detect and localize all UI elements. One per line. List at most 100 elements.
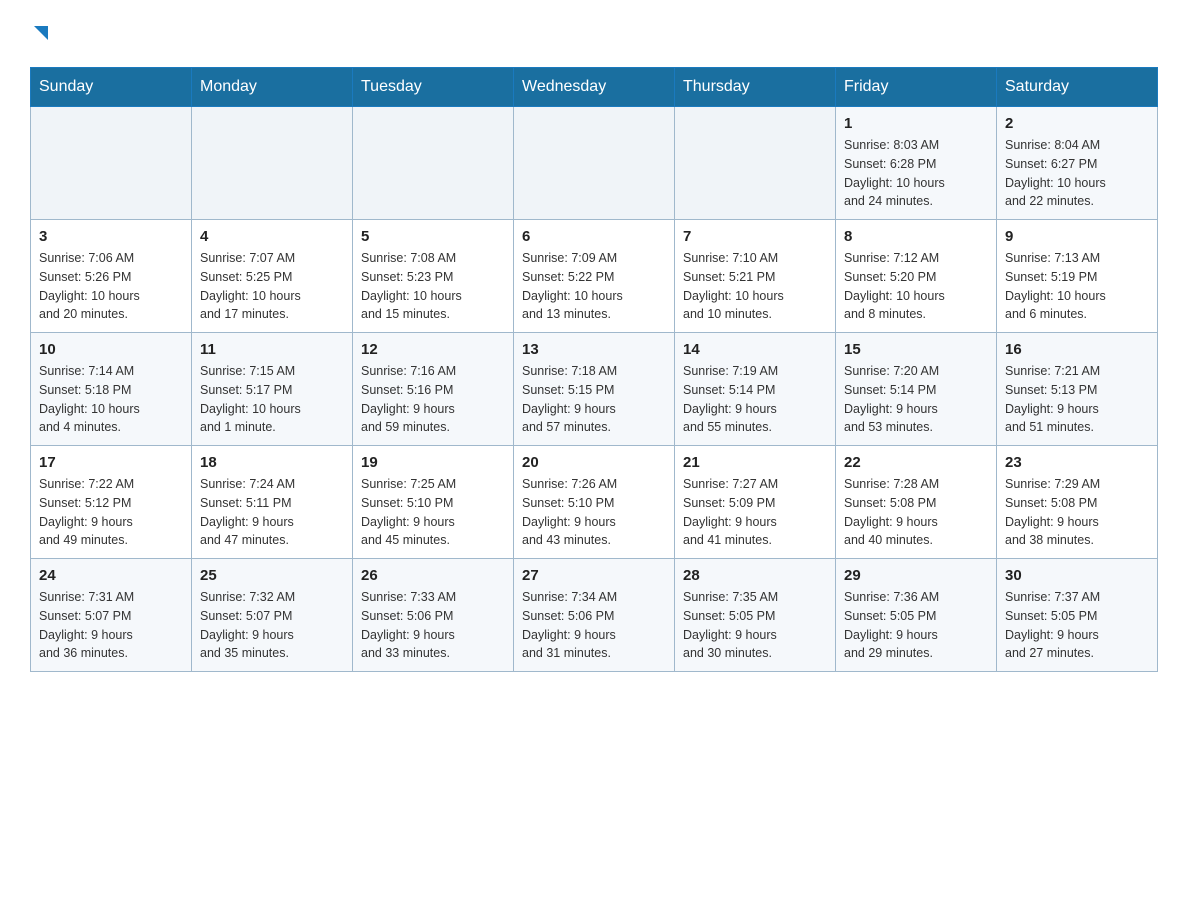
day-number: 17 (39, 454, 183, 471)
calendar-day-cell: 14Sunrise: 7:19 AMSunset: 5:14 PMDayligh… (675, 333, 836, 446)
calendar-day-cell: 13 Sunrise: 7:18 AMSunset: 5:15 PMDayligh… (514, 333, 675, 446)
calendar-table: SundayMondayTuesdayWednesdayThursdayFrid… (30, 67, 1158, 672)
day-number: 5 (361, 228, 505, 245)
day-of-week-header: Monday (192, 68, 353, 107)
day-number: 9 (1005, 228, 1149, 245)
calendar-day-cell: 3 Sunrise: 7:06 AMSunset: 5:26 PMDaylight… (31, 220, 192, 333)
day-of-week-header: Tuesday (353, 68, 514, 107)
day-info: Sunrise: 7:32 AMSunset: 5:07 PMDaylight:… (200, 588, 344, 663)
day-of-week-header: Sunday (31, 68, 192, 107)
calendar-week-row: 10 Sunrise: 7:14 AMSunset: 5:18 PMDayligh… (31, 333, 1158, 446)
day-info: Sunrise: 7:29 AMSunset: 5:08 PMDaylight:… (1005, 475, 1149, 550)
calendar-day-cell (353, 107, 514, 220)
calendar-day-cell: 29 Sunrise: 7:36 AMSunset: 5:05 PMDayligh… (836, 559, 997, 672)
day-number: 11 (200, 341, 344, 358)
calendar-day-cell: 20 Sunrise: 7:26 AMSunset: 5:10 PMDayligh… (514, 446, 675, 559)
day-info: Sunrise: 7:09 AMSunset: 5:22 PMDaylight:… (522, 249, 666, 324)
day-info: Sunrise: 7:07 AMSunset: 5:25 PMDaylight:… (200, 249, 344, 324)
calendar-week-row: 1 Sunrise: 8:03 AMSunset: 6:28 PMDaylight… (31, 107, 1158, 220)
day-info: Sunrise: 7:06 AMSunset: 5:26 PMDaylight:… (39, 249, 183, 324)
day-info: Sunrise: 7:34 AMSunset: 5:06 PMDaylight:… (522, 588, 666, 663)
day-number: 3 (39, 228, 183, 245)
day-number: 21 (683, 454, 827, 471)
day-info: Sunrise: 7:18 AMSunset: 5:15 PMDaylight:… (522, 362, 666, 437)
day-info: Sunrise: 7:31 AMSunset: 5:07 PMDaylight:… (39, 588, 183, 663)
day-info: Sunrise: 7:37 AMSunset: 5:05 PMDaylight:… (1005, 588, 1149, 663)
day-number: 13 (522, 341, 666, 358)
day-of-week-header: Wednesday (514, 68, 675, 107)
calendar-day-cell: 2Sunrise: 8:04 AMSunset: 6:27 PMDaylight… (997, 107, 1158, 220)
calendar-day-cell: 15 Sunrise: 7:20 AMSunset: 5:14 PMDayligh… (836, 333, 997, 446)
logo (30, 20, 52, 47)
calendar-day-cell (31, 107, 192, 220)
calendar-day-cell: 18 Sunrise: 7:24 AMSunset: 5:11 PMDayligh… (192, 446, 353, 559)
day-info: Sunrise: 7:13 AMSunset: 5:19 PMDaylight:… (1005, 249, 1149, 324)
calendar-day-cell: 21 Sunrise: 7:27 AMSunset: 5:09 PMDayligh… (675, 446, 836, 559)
calendar-day-cell: 28 Sunrise: 7:35 AMSunset: 5:05 PMDayligh… (675, 559, 836, 672)
day-number: 28 (683, 567, 827, 584)
day-number: 6 (522, 228, 666, 245)
day-number: 29 (844, 567, 988, 584)
calendar-week-row: 3 Sunrise: 7:06 AMSunset: 5:26 PMDaylight… (31, 220, 1158, 333)
day-of-week-header: Friday (836, 68, 997, 107)
day-number: 30 (1005, 567, 1149, 584)
day-info: Sunrise: 7:33 AMSunset: 5:06 PMDaylight:… (361, 588, 505, 663)
day-number: 1 (844, 115, 988, 132)
calendar-day-cell: 8Sunrise: 7:12 AMSunset: 5:20 PMDaylight… (836, 220, 997, 333)
day-number: 14 (683, 341, 827, 358)
day-number: 23 (1005, 454, 1149, 471)
calendar-day-cell (192, 107, 353, 220)
calendar-day-cell: 12 Sunrise: 7:16 AMSunset: 5:16 PMDayligh… (353, 333, 514, 446)
day-info: Sunrise: 7:35 AMSunset: 5:05 PMDaylight:… (683, 588, 827, 663)
day-info: Sunrise: 7:14 AMSunset: 5:18 PMDaylight:… (39, 362, 183, 437)
day-info: Sunrise: 7:15 AMSunset: 5:17 PMDaylight:… (200, 362, 344, 437)
day-number: 24 (39, 567, 183, 584)
calendar-day-cell (675, 107, 836, 220)
day-number: 18 (200, 454, 344, 471)
day-info: Sunrise: 8:04 AMSunset: 6:27 PMDaylight:… (1005, 136, 1149, 211)
day-info: Sunrise: 7:26 AMSunset: 5:10 PMDaylight:… (522, 475, 666, 550)
calendar-week-row: 17 Sunrise: 7:22 AMSunset: 5:12 PMDayligh… (31, 446, 1158, 559)
day-info: Sunrise: 7:10 AMSunset: 5:21 PMDaylight:… (683, 249, 827, 324)
calendar-day-cell: 27 Sunrise: 7:34 AMSunset: 5:06 PMDayligh… (514, 559, 675, 672)
day-number: 8 (844, 228, 988, 245)
day-number: 16 (1005, 341, 1149, 358)
calendar-day-cell: 1 Sunrise: 8:03 AMSunset: 6:28 PMDaylight… (836, 107, 997, 220)
day-info: Sunrise: 7:24 AMSunset: 5:11 PMDaylight:… (200, 475, 344, 550)
calendar-day-cell: 25 Sunrise: 7:32 AMSunset: 5:07 PMDayligh… (192, 559, 353, 672)
day-number: 27 (522, 567, 666, 584)
day-number: 4 (200, 228, 344, 245)
calendar-day-cell: 30 Sunrise: 7:37 AMSunset: 5:05 PMDayligh… (997, 559, 1158, 672)
calendar-day-cell: 5 Sunrise: 7:08 AMSunset: 5:23 PMDaylight… (353, 220, 514, 333)
day-number: 12 (361, 341, 505, 358)
calendar-day-cell: 23 Sunrise: 7:29 AMSunset: 5:08 PMDayligh… (997, 446, 1158, 559)
calendar-day-cell: 9 Sunrise: 7:13 AMSunset: 5:19 PMDaylight… (997, 220, 1158, 333)
day-info: Sunrise: 7:16 AMSunset: 5:16 PMDaylight:… (361, 362, 505, 437)
day-number: 26 (361, 567, 505, 584)
day-number: 20 (522, 454, 666, 471)
day-info: Sunrise: 8:03 AMSunset: 6:28 PMDaylight:… (844, 136, 988, 211)
day-info: Sunrise: 7:28 AMSunset: 5:08 PMDaylight:… (844, 475, 988, 550)
day-info: Sunrise: 7:20 AMSunset: 5:14 PMDaylight:… (844, 362, 988, 437)
day-number: 22 (844, 454, 988, 471)
day-info: Sunrise: 7:27 AMSunset: 5:09 PMDaylight:… (683, 475, 827, 550)
calendar-day-cell: 10 Sunrise: 7:14 AMSunset: 5:18 PMDayligh… (31, 333, 192, 446)
calendar-header-row: SundayMondayTuesdayWednesdayThursdayFrid… (31, 68, 1158, 107)
day-info: Sunrise: 7:36 AMSunset: 5:05 PMDaylight:… (844, 588, 988, 663)
day-number: 15 (844, 341, 988, 358)
logo-arrow-icon (30, 22, 52, 49)
calendar-day-cell: 11 Sunrise: 7:15 AMSunset: 5:17 PMDayligh… (192, 333, 353, 446)
calendar-day-cell: 6 Sunrise: 7:09 AMSunset: 5:22 PMDaylight… (514, 220, 675, 333)
calendar-day-cell (514, 107, 675, 220)
calendar-week-row: 24 Sunrise: 7:31 AMSunset: 5:07 PMDayligh… (31, 559, 1158, 672)
day-info: Sunrise: 7:22 AMSunset: 5:12 PMDaylight:… (39, 475, 183, 550)
day-of-week-header: Thursday (675, 68, 836, 107)
day-number: 10 (39, 341, 183, 358)
calendar-day-cell: 19Sunrise: 7:25 AMSunset: 5:10 PMDayligh… (353, 446, 514, 559)
day-info: Sunrise: 7:25 AMSunset: 5:10 PMDaylight:… (361, 475, 505, 550)
calendar-day-cell: 16 Sunrise: 7:21 AMSunset: 5:13 PMDayligh… (997, 333, 1158, 446)
day-info: Sunrise: 7:21 AMSunset: 5:13 PMDaylight:… (1005, 362, 1149, 437)
day-number: 25 (200, 567, 344, 584)
calendar-day-cell: 26 Sunrise: 7:33 AMSunset: 5:06 PMDayligh… (353, 559, 514, 672)
day-info: Sunrise: 7:08 AMSunset: 5:23 PMDaylight:… (361, 249, 505, 324)
